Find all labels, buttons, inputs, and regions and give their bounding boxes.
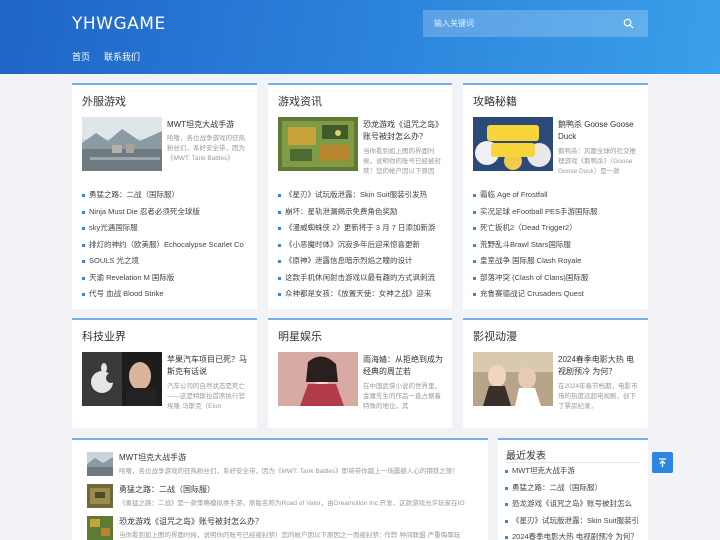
site-logo[interactable]: YHWGAME — [72, 14, 166, 34]
list-item[interactable]: 死亡扳机2（Dead Trigger2） — [473, 220, 638, 237]
section-film-anime: 影视动漫 2024春季电影大热 电视剧预冷 为何？ 在2024年春节档期，电影市… — [463, 318, 648, 428]
list-item[interactable]: 《星刃》试玩版泄露：Skin Suit服装引发热 — [278, 187, 443, 204]
main-nav: 首页 联系我们 — [72, 50, 140, 63]
section-foreign-games: 外服游戏 MWT坦克大战手游 哈喽，各位战争游戏的狂热粉丝们，系好安全带，因为《… — [72, 83, 257, 309]
section-guides: 攻略秘籍 鹅鸭杀 Goose Goose Duck 鹅鸭杀：风靡全球的社交推理游… — [463, 83, 648, 309]
list-item[interactable]: 恐龙游戏《诅咒之岛》账号被封怎么 — [505, 496, 645, 513]
featured-title[interactable]: 恐龙游戏《诅咒之岛》账号被封怎么办？ — [363, 119, 445, 143]
featured-excerpt: 鹅鸭杀：风靡全球的社交推理游戏《鹅鸭杀》（Goose Goose Duck）是一… — [558, 148, 636, 175]
featured-title[interactable]: 苹果汽车项目已死？马斯克有话说 — [167, 354, 249, 378]
list-item[interactable]: 实况足球 eFootball PES手游国际服 — [473, 204, 638, 221]
search-input[interactable] — [423, 19, 613, 28]
article-row[interactable]: 勇猛之路：二战（国际服） 《勇猛之路：二战》是一款策略模拟类手游，原版名称为Ro… — [87, 482, 482, 514]
featured-thumbnail[interactable] — [82, 352, 162, 406]
featured-article[interactable]: 雨海嫱：从拒绝到成为经典的周芷若 在中国武侠小说的世界里，金庸先生的作品一直占据… — [278, 352, 448, 410]
featured-article[interactable]: MWT坦克大战手游 哈喽，各位战争游戏的狂热粉丝们，系好安全带，因为《MWT: … — [82, 117, 252, 175]
nav-contact[interactable]: 联系我们 — [104, 50, 140, 63]
featured-article[interactable]: 2024春季电影大热 电视剧预冷 为何？ 在2024年春节档期，电影市场的热度远… — [473, 352, 643, 410]
article-thumbnail[interactable] — [87, 484, 113, 508]
article-title[interactable]: 恐龙游戏《诅咒之岛》账号被封怎么办？ — [119, 516, 263, 527]
featured-article[interactable]: 苹果汽车项目已死？马斯克有话说 汽车公司的自然状态是死亡——这是特斯拉首席执行官… — [82, 352, 252, 410]
featured-excerpt: 当你看到如上图的界面时候，说明你的账号已经被封禁！您的帐户因以下原因 — [363, 148, 441, 175]
list-item[interactable]: 众神都是女孩：《放置天使：女神之战》迎来 — [278, 286, 443, 303]
featured-title[interactable]: MWT坦克大战手游 — [167, 119, 249, 131]
list-item[interactable]: 勇猛之路：二战（国际服） — [82, 187, 247, 204]
section-title: 明星娱乐 — [278, 331, 322, 343]
featured-excerpt: 在中国武侠小说的世界里，金庸先生的作品一直占据着特殊的地位。其 — [363, 383, 441, 410]
list-item[interactable]: 《原神》泄露信息暗示烈焰之瞳的设计 — [278, 253, 443, 270]
list-item[interactable]: 皇室战争 国际服 Clash Royale — [473, 253, 638, 270]
featured-article[interactable]: 鹅鸭杀 Goose Goose Duck 鹅鸭杀：风靡全球的社交推理游戏《鹅鸭杀… — [473, 117, 643, 175]
list-item[interactable]: 代号 血战 Blood Strike — [82, 286, 247, 303]
article-excerpt: 《勇猛之路：二战》是一款策略模拟类手游，原版名称为Road of Valor，由… — [119, 500, 465, 507]
list-item[interactable]: sky光遇国际服 — [82, 220, 247, 237]
search-icon[interactable] — [623, 18, 634, 29]
list-item[interactable]: MWT坦克大战手游 — [505, 463, 645, 480]
featured-excerpt: 汽车公司的自然状态是死亡——这是特斯拉首席执行官埃隆·马斯克（Elon — [167, 383, 245, 410]
featured-title[interactable]: 鹅鸭杀 Goose Goose Duck — [558, 119, 640, 143]
article-thumbnail[interactable] — [87, 452, 113, 476]
list-item[interactable]: 《小恶魔时体》沉寂多年后迎来惊喜更新 — [278, 237, 443, 254]
featured-thumbnail[interactable] — [473, 352, 553, 406]
list-item[interactable]: 霜临 Age of Frostfall — [473, 187, 638, 204]
featured-thumbnail[interactable] — [82, 117, 162, 171]
recent-post-list: MWT坦克大战手游 勇猛之路：二战（国际服） 恐龙游戏《诅咒之岛》账号被封怎么 … — [505, 463, 645, 540]
article-list: 霜临 Age of Frostfall 实况足球 eFootball PES手游… — [473, 187, 638, 303]
featured-article[interactable]: 恐龙游戏《诅咒之岛》账号被封怎么办？ 当你看到如上图的界面时候，说明你的账号已经… — [278, 117, 448, 175]
section-title: 外服游戏 — [82, 96, 126, 108]
featured-excerpt: 哈喽，各位战争游戏的狂热粉丝们，系好安全带，因为《MWT: Tank Battl… — [167, 135, 245, 162]
article-title[interactable]: MWT坦克大战手游 — [119, 452, 186, 463]
search-box — [423, 10, 648, 37]
article-excerpt: 哈喽，各位战争游戏的狂热粉丝们，系好安全带，因为《MWT: Tank Battl… — [119, 468, 459, 475]
featured-thumbnail[interactable] — [278, 352, 358, 406]
article-title[interactable]: 勇猛之路：二战（国际服） — [119, 484, 215, 495]
list-item[interactable]: 部落冲突 (Clash of Clans)国际服 — [473, 270, 638, 287]
section-entertainment: 明星娱乐 雨海嫱：从拒绝到成为经典的周芷若 在中国武侠小说的世界里，金庸先生的作… — [268, 318, 452, 428]
list-item[interactable]: 勇猛之路：二战（国际服） — [505, 480, 645, 497]
list-item[interactable]: Ninja Must Die 忍者必须死全球版 — [82, 204, 247, 221]
featured-excerpt: 在2024年春节档期，电影市场的热度远超电视剧，创下了票房纪录， — [558, 383, 638, 410]
sidebar-recent-posts: 最近发表 MWT坦克大战手游 勇猛之路：二战（国际服） 恐龙游戏《诅咒之岛》账号… — [498, 438, 648, 540]
section-title: 影视动漫 — [473, 331, 517, 343]
featured-thumbnail[interactable] — [278, 117, 358, 171]
list-item[interactable]: 2024春季电影大热 电视剧预冷 为何？ — [505, 529, 645, 540]
list-item[interactable]: 这款手机休闲射击游戏以最有趣的方式讽刺流 — [278, 270, 443, 287]
article-list: 勇猛之路：二战（国际服） Ninja Must Die 忍者必须死全球版 sky… — [82, 187, 247, 303]
site-header: YHWGAME 首页 联系我们 — [0, 0, 720, 74]
list-item[interactable]: 《星刃》试玩版泄露：Skin Suit服装引 — [505, 513, 645, 530]
list-item[interactable]: 荒野乱斗Brawl Stars国际服 — [473, 237, 638, 254]
section-title: 科技业界 — [82, 331, 126, 343]
list-item[interactable]: SOULS 光之境 — [82, 253, 247, 270]
sidebar-title: 最近发表 — [506, 451, 546, 462]
back-to-top-button[interactable] — [652, 452, 673, 473]
arrow-up-icon — [659, 458, 666, 467]
section-title: 攻略秘籍 — [473, 96, 517, 108]
list-item[interactable]: 崩坏：星轨泄漏揭示免费角色奖励 — [278, 204, 443, 221]
latest-articles: MWT坦克大战手游 哈喽，各位战争游戏的狂热粉丝们，系好安全带，因为《MWT: … — [72, 438, 488, 540]
list-item[interactable]: 《漫威蜘蛛侠 2》更新将于 3 月 7 日添加新游 — [278, 220, 443, 237]
article-excerpt: 当你看到如上图的界面时候，说明你的账号已经被封禁！您的帐户因以下原因之一而被封禁… — [119, 532, 461, 539]
article-thumbnail[interactable] — [87, 516, 113, 540]
featured-title[interactable]: 雨海嫱：从拒绝到成为经典的周芷若 — [363, 354, 445, 378]
nav-home[interactable]: 首页 — [72, 50, 90, 63]
featured-thumbnail[interactable] — [473, 117, 553, 171]
list-item[interactable]: 充鲁赛德战记 Crusaders Quest — [473, 286, 638, 303]
list-item[interactable]: 排灯的神约（欧美服）Echocalypse Scarlet Co — [82, 237, 247, 254]
list-item[interactable]: 天谕 Revelation M 国际版 — [82, 270, 247, 287]
section-tech: 科技业界 苹果汽车项目已死？马斯克有话说 汽车公司的自然状态是死亡——这是特斯拉… — [72, 318, 257, 428]
section-game-news: 游戏资讯 恐龙游戏《诅咒之岛》账号被封怎么办？ 当你看到如上图的界面时候，说明你… — [268, 83, 452, 309]
section-title: 游戏资讯 — [278, 96, 322, 108]
featured-title[interactable]: 2024春季电影大热 电视剧预冷 为何？ — [558, 354, 640, 378]
article-row[interactable]: 恐龙游戏《诅咒之岛》账号被封怎么办？ 当你看到如上图的界面时候，说明你的账号已经… — [87, 514, 482, 540]
article-list: 《星刃》试玩版泄露：Skin Suit服装引发热 崩坏：星轨泄漏揭示免费角色奖励… — [278, 187, 443, 303]
article-row[interactable]: MWT坦克大战手游 哈喽，各位战争游戏的狂热粉丝们，系好安全带，因为《MWT: … — [87, 450, 482, 482]
